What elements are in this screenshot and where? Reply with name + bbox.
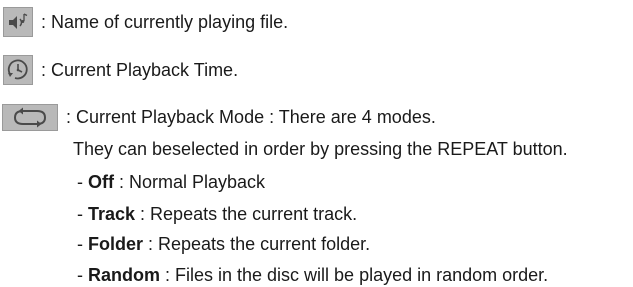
mode-desc: : Repeats the current folder. [143, 234, 371, 254]
mode-desc: : Normal Playback [114, 172, 266, 192]
playback-mode-description: : Current Playback Mode : There are 4 mo… [66, 107, 436, 127]
mode-term: Off [88, 172, 114, 192]
row-file-name: : Name of currently playing file. [0, 6, 288, 38]
file-name-description: : Name of currently playing file. [41, 12, 289, 32]
repeat-button-instruction: They can beselected in order by pressing… [73, 139, 568, 159]
speaker-note-icon [3, 7, 33, 37]
playback-time-description: : Current Playback Time. [41, 60, 239, 80]
row-playback-mode: : Current Playback Mode : There are 4 mo… [0, 101, 436, 133]
mode-desc: : Files in the disc will be played in ra… [160, 265, 549, 285]
mode-term: Folder [88, 234, 144, 254]
mode-term: Track [88, 204, 136, 224]
mode-item-random: - Random : Files in the disc will be pla… [77, 265, 549, 285]
mode-item-track: - Track : Repeats the current track. [77, 204, 358, 224]
mode-term: Random [88, 265, 160, 285]
repeat-icon [2, 103, 58, 131]
mode-desc: : Repeats the current track. [135, 204, 358, 224]
row-playback-time: : Current Playback Time. [0, 54, 238, 86]
mode-item-folder: - Folder : Repeats the current folder. [77, 234, 371, 254]
mode-item-off: - Off : Normal Playback [77, 172, 266, 192]
clock-icon [3, 55, 33, 85]
